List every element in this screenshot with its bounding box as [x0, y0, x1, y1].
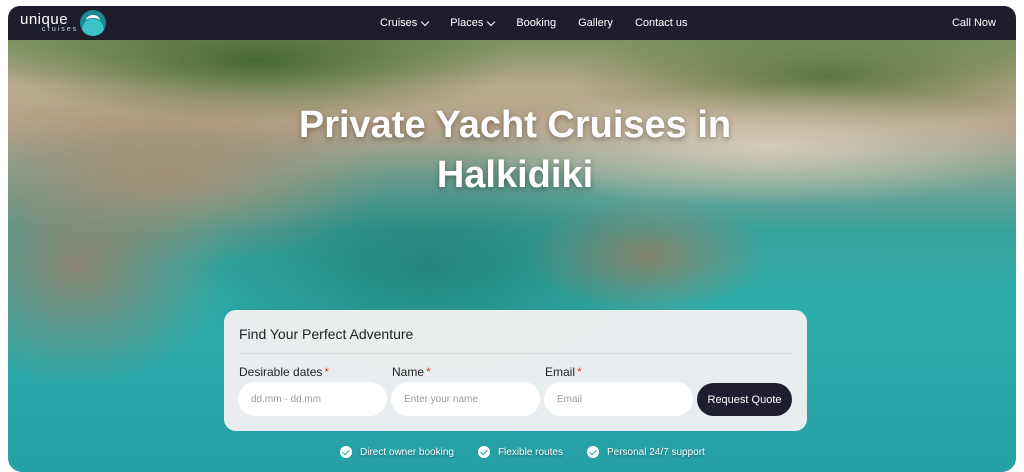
required-mark: *: [324, 365, 330, 379]
email-label-text: Email: [545, 365, 576, 379]
check-circle-icon: [586, 446, 599, 458]
feature-item: Personal 24/7 support: [586, 446, 705, 458]
feature-label: Personal 24/7 support: [606, 446, 705, 458]
name-label: Name *: [392, 365, 431, 379]
brand-name: unique: [20, 11, 69, 28]
chevron-down-icon: [487, 17, 496, 26]
nav-item-label: Contact us: [634, 17, 688, 29]
nav-item-label: Booking: [516, 17, 557, 29]
dates-input[interactable]: dd.mm - dd.mm: [238, 382, 387, 416]
nav-item-label: Gallery: [578, 17, 613, 29]
feature-label: Flexible routes: [497, 446, 563, 458]
nav-item-label: Cruises: [380, 17, 418, 29]
email-input[interactable]: Email: [544, 382, 693, 416]
main-nav: Cruises Places Booking Gallery Contact u…: [380, 6, 710, 40]
nav-item-contact[interactable]: Contact us: [635, 17, 688, 29]
name-label-text: Name: [392, 365, 425, 379]
required-mark: *: [426, 365, 431, 379]
chevron-down-icon: [421, 17, 430, 26]
nav-item-cruises[interactable]: Cruises: [380, 17, 430, 29]
feature-item: Direct owner booking: [340, 446, 454, 458]
call-now-link[interactable]: Call Now: [952, 6, 996, 40]
nav-item-label: Places: [450, 17, 484, 29]
wave-logo-icon: [80, 10, 107, 36]
request-quote-button[interactable]: Request Quote: [697, 383, 792, 416]
dates-label-text: Desirable dates: [239, 365, 323, 379]
brand-subtitle: cruises: [42, 26, 79, 33]
hero-headline: Private Yacht Cruises in Halkidiki: [298, 104, 732, 196]
brand-logo[interactable]: unique cruises: [20, 9, 107, 37]
check-circle-icon: [340, 446, 352, 458]
feature-label: Direct owner booking: [360, 446, 454, 458]
check-circle-icon: [477, 446, 490, 458]
quote-form: Find Your Perfect Adventure Desirable da…: [224, 310, 807, 431]
dates-label: Desirable dates *: [239, 365, 329, 379]
top-navbar: unique cruises Cruises Places Booking Ga…: [8, 6, 1016, 40]
required-mark: *: [577, 365, 582, 379]
name-input[interactable]: Enter your name: [391, 382, 540, 416]
nav-item-booking[interactable]: Booking: [516, 17, 556, 29]
form-title: Find Your Perfect Adventure: [239, 326, 414, 342]
nav-item-gallery[interactable]: Gallery: [578, 17, 613, 29]
feature-list: Direct owner booking Flexible routes Per…: [340, 444, 729, 460]
nav-item-places[interactable]: Places: [450, 17, 496, 29]
feature-item: Flexible routes: [477, 446, 563, 458]
email-label: Email *: [545, 365, 582, 379]
form-divider: [239, 353, 792, 354]
